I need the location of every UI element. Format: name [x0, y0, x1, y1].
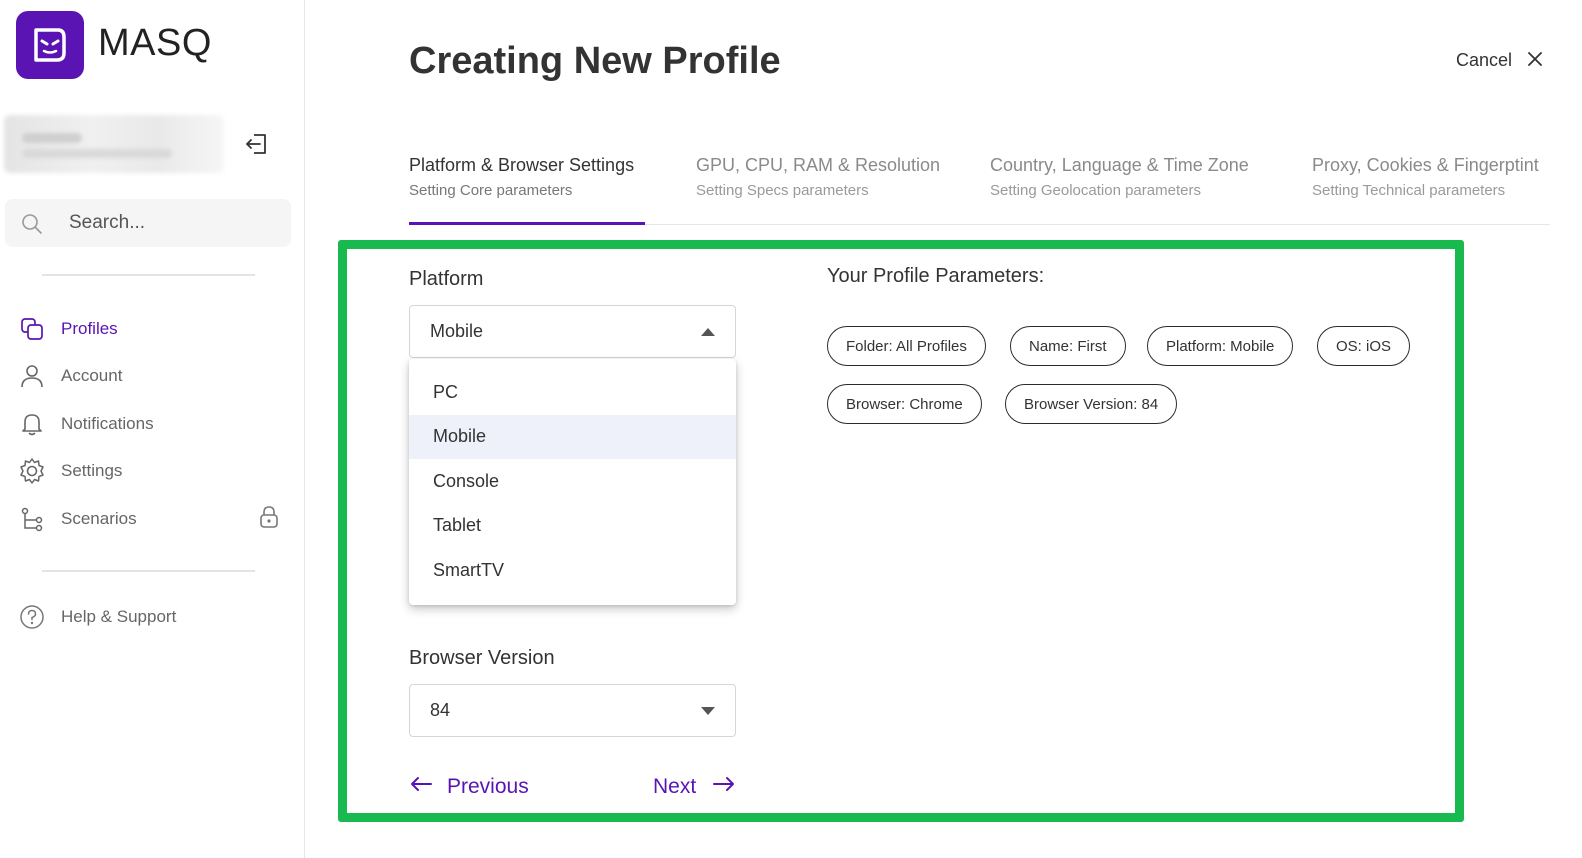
- platform-select[interactable]: Mobile: [409, 305, 736, 358]
- logout-icon[interactable]: [244, 131, 270, 157]
- step-subtitle: Setting Core parameters: [409, 182, 573, 199]
- param-chip: Browser Version: 84: [1005, 384, 1178, 424]
- previous-label: Previous: [447, 775, 529, 798]
- platform-select-value: Mobile: [430, 321, 484, 341]
- arrow-left-icon: [409, 775, 433, 799]
- user-account-card[interactable]: [4, 115, 224, 173]
- brand-name: MASQ: [98, 22, 212, 64]
- search-input[interactable]: [69, 209, 269, 237]
- step-title: Platform & Browser Settings: [409, 155, 635, 175]
- step-title: Country, Language & Time Zone: [990, 155, 1249, 175]
- sidebar-item-label: Scenarios: [61, 509, 137, 528]
- masq-logo-icon: [34, 28, 66, 62]
- arrow-right-icon: [712, 775, 736, 799]
- sidebar-item-settings[interactable]: Settings: [16, 453, 286, 489]
- browser-version-value: 84: [430, 700, 451, 720]
- flow-icon: [16, 503, 48, 535]
- browser-version-label: Browser Version: [409, 647, 555, 669]
- step-subtitle: Setting Technical parameters: [1312, 182, 1506, 199]
- step-subtitle: Setting Geolocation parameters: [990, 182, 1201, 199]
- step-gpu-cpu-ram[interactable]: GPU, CPU, RAM & Resolution Setting Specs…: [696, 155, 940, 199]
- page-title: Creating New Profile: [409, 40, 781, 82]
- platform-label: Platform: [409, 268, 484, 290]
- sidebar-item-label: Account: [61, 366, 123, 385]
- sidebar-item-label: Profiles: [61, 319, 118, 338]
- next-button[interactable]: Next: [653, 775, 736, 799]
- platform-dropdown-menu: PC Mobile Console Tablet SmartTV: [409, 359, 736, 605]
- param-chip: Browser: Chrome: [827, 384, 982, 424]
- search-icon: [21, 213, 43, 240]
- bell-icon: [16, 408, 48, 440]
- cancel-button[interactable]: Cancel: [1456, 50, 1542, 71]
- option-pc[interactable]: PC: [409, 370, 736, 415]
- sidebar-item-account[interactable]: Account: [16, 358, 286, 394]
- close-icon: [1528, 50, 1542, 71]
- cancel-label: Cancel: [1456, 50, 1513, 70]
- step-country-language[interactable]: Country, Language & Time Zone Setting Ge…: [990, 155, 1249, 199]
- sidebar: MASQ Profiles Account Notifications: [0, 0, 305, 858]
- profile-parameters-title: Your Profile Parameters:: [827, 265, 1045, 287]
- sidebar-divider: [42, 570, 255, 572]
- sidebar-item-help[interactable]: Help & Support: [16, 599, 286, 635]
- step-subtitle: Setting Specs parameters: [696, 182, 869, 199]
- lock-icon: [258, 505, 280, 534]
- param-chip: Platform: Mobile: [1147, 326, 1294, 366]
- step-platform-browser[interactable]: Platform & Browser Settings Setting Core…: [409, 155, 634, 199]
- sidebar-item-profiles[interactable]: Profiles: [16, 311, 286, 347]
- previous-button[interactable]: Previous: [409, 775, 529, 799]
- param-chip: Name: First: [1010, 326, 1126, 366]
- search-box[interactable]: [5, 199, 291, 247]
- option-tablet[interactable]: Tablet: [409, 504, 736, 549]
- param-chip: Folder: All Profiles: [827, 326, 986, 366]
- option-smarttv[interactable]: SmartTV: [409, 548, 736, 593]
- masq-logo[interactable]: [16, 11, 84, 79]
- caret-up-icon: [701, 328, 715, 336]
- user-icon: [16, 360, 48, 392]
- sidebar-item-scenarios[interactable]: Scenarios: [16, 501, 286, 537]
- step-title: GPU, CPU, RAM & Resolution: [696, 155, 941, 175]
- step-title: Proxy, Cookies & Fingerptint: [1312, 155, 1539, 175]
- option-console[interactable]: Console: [409, 459, 736, 504]
- step-proxy-cookies[interactable]: Proxy, Cookies & Fingerptint Setting Tec…: [1312, 155, 1539, 199]
- sidebar-divider: [42, 274, 255, 276]
- caret-down-icon: [701, 707, 715, 715]
- sidebar-item-label: Help & Support: [61, 607, 177, 626]
- option-mobile[interactable]: Mobile: [409, 414, 736, 459]
- sidebar-item-label: Settings: [61, 461, 123, 480]
- param-chip: OS: iOS: [1317, 326, 1411, 366]
- profiles-icon: [16, 313, 48, 345]
- sidebar-item-label: Notifications: [61, 414, 154, 433]
- next-label: Next: [653, 775, 697, 798]
- browser-version-select[interactable]: 84: [409, 684, 736, 737]
- sidebar-item-notifications[interactable]: Notifications: [16, 406, 286, 442]
- gear-icon: [16, 455, 48, 487]
- help-icon: [16, 601, 48, 633]
- active-step-indicator: [409, 222, 645, 225]
